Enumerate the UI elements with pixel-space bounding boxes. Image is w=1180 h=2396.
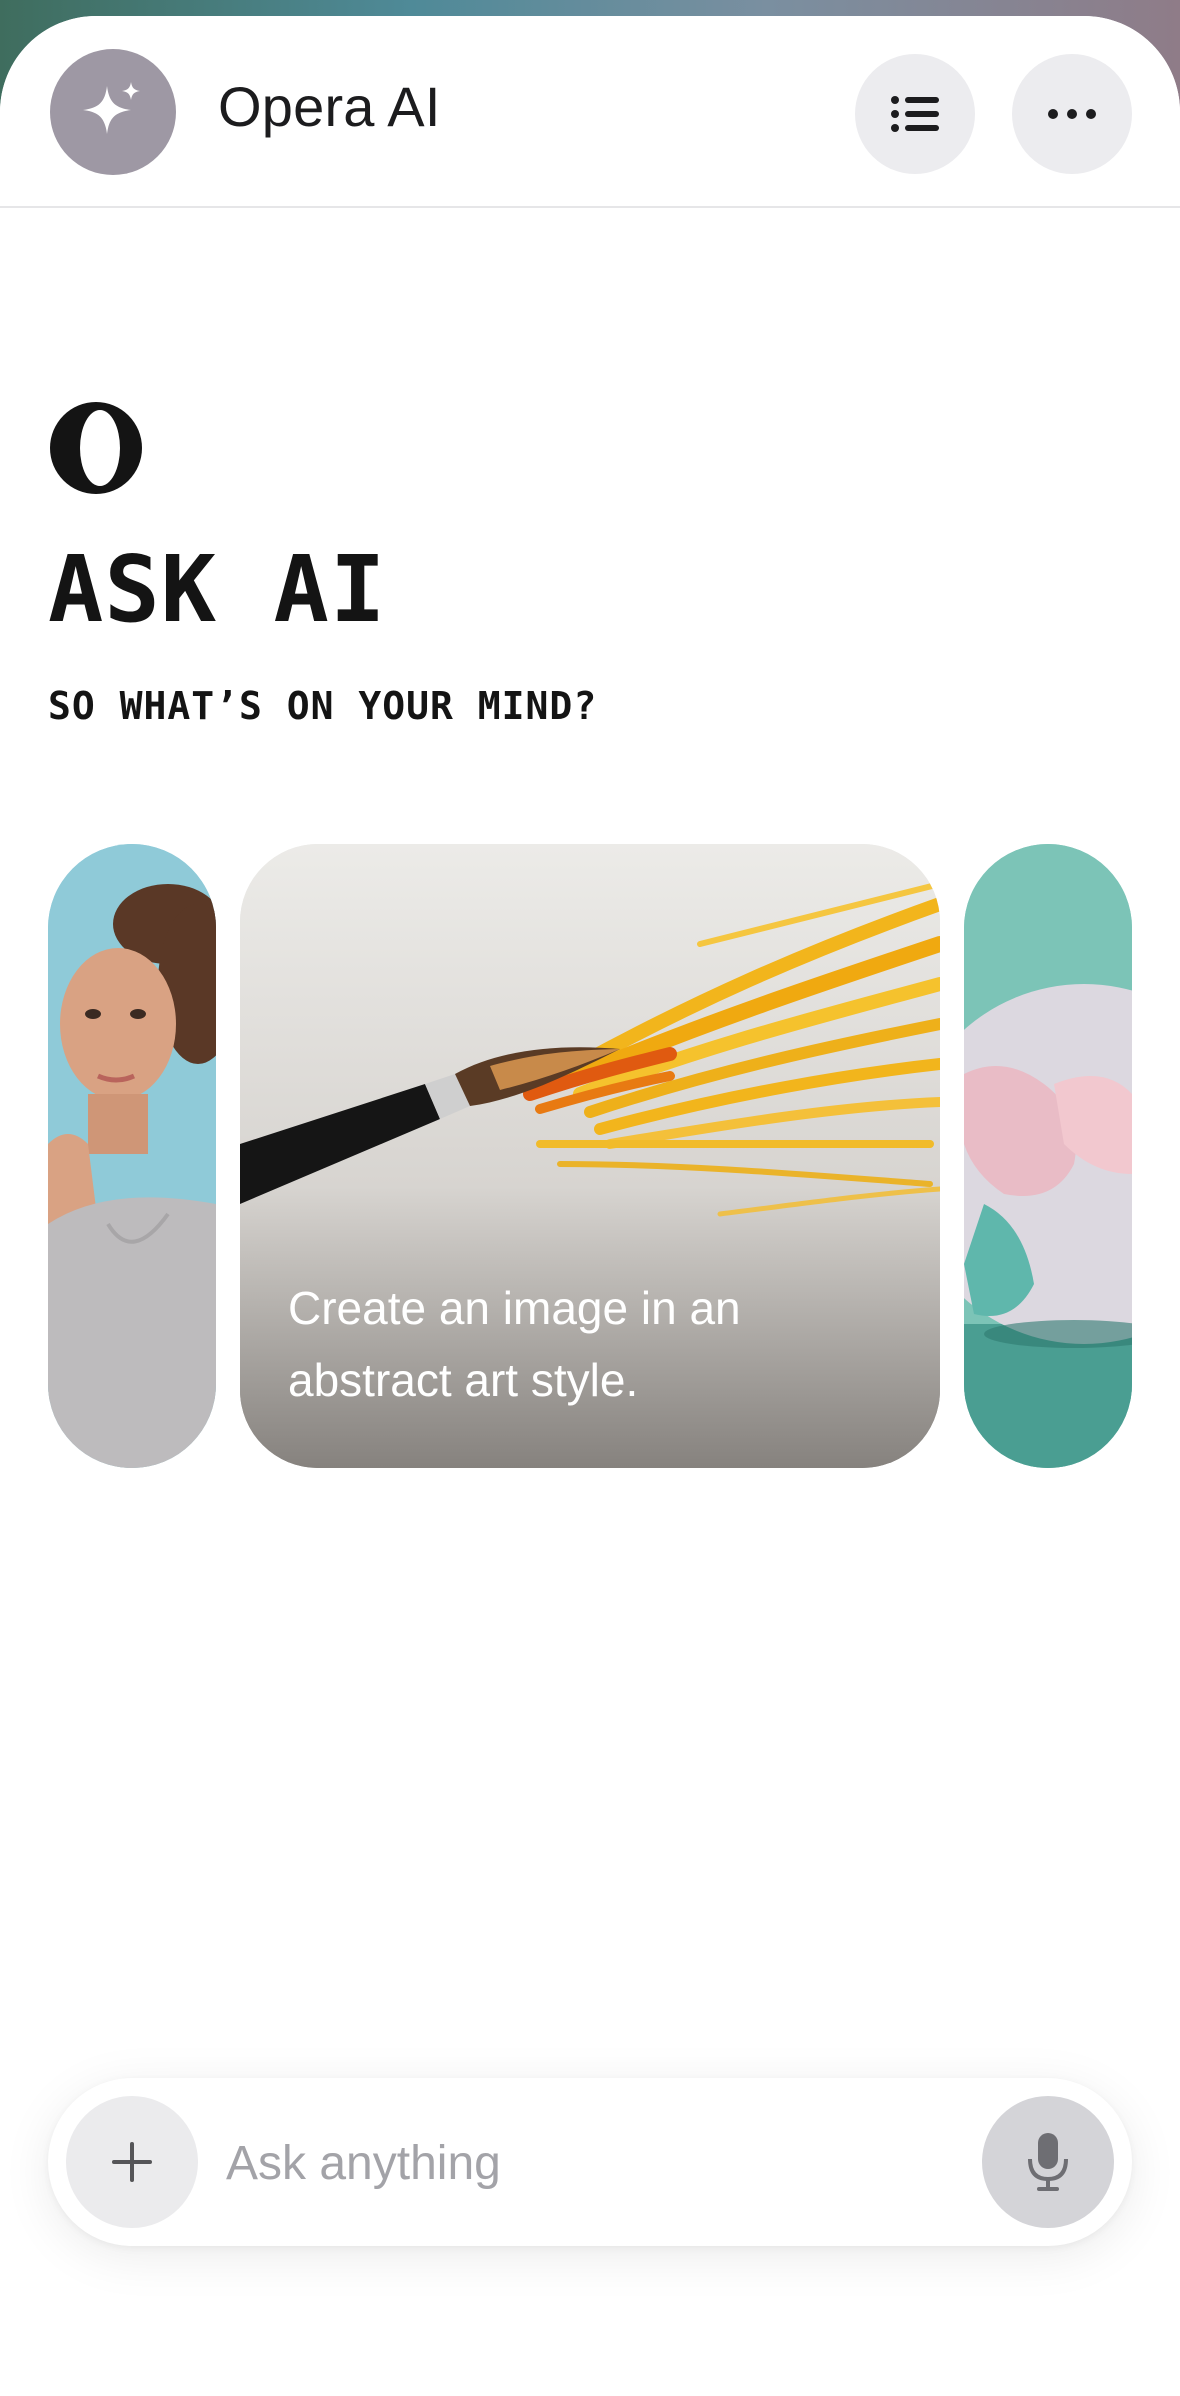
chat-sheet: Opera AI ASK AI SO WHAT’S ON YOUR MIND? … [0,16,1180,2396]
more-options-button[interactable] [1012,54,1132,174]
suggestion-card-abstract-art[interactable]: Create an image in an abstract art style… [240,844,940,1468]
hero-subtitle: SO WHAT’S ON YOUR MIND? [48,684,598,728]
opera-logo-icon [50,402,142,494]
microphone-icon [1028,2133,1068,2191]
suggestion-card-right[interactable] [964,844,1132,1468]
more-horizontal-icon [1048,109,1096,119]
globe-image [964,844,1132,1468]
woman-thinking-image [48,844,216,1468]
app-frame: Opera AI ASK AI SO WHAT’S ON YOUR MIND? … [0,0,1180,2396]
header: Opera AI [0,16,1180,208]
card-caption: Create an image in an abstract art style… [288,1282,741,1406]
voice-input-button[interactable] [982,2096,1114,2228]
sparkle-icon [83,82,140,134]
suggestion-card-left[interactable] [48,844,216,1468]
hero-title: ASK AI [48,536,387,643]
app-title: Opera AI [218,75,441,138]
message-input-bar [48,2078,1132,2246]
attach-button[interactable] [66,2096,198,2228]
plus-icon [112,2142,152,2182]
chat-list-button[interactable] [855,54,975,174]
ask-input[interactable] [224,2118,988,2208]
list-icon [891,96,939,132]
ai-avatar[interactable] [50,49,176,175]
